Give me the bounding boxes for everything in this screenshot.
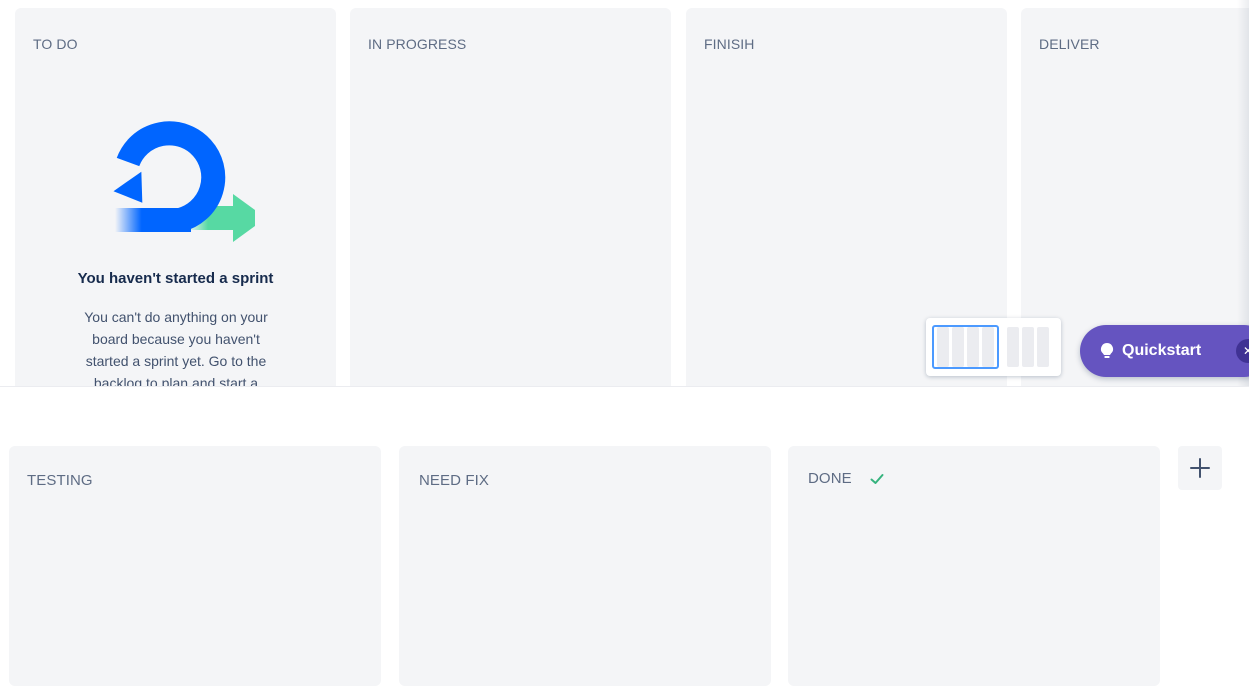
column-to-do: TO DO You haven't started a sprint You c… <box>15 8 336 386</box>
column-view-switcher[interactable] <box>926 318 1061 376</box>
view-option-active[interactable] <box>932 325 999 369</box>
view-option[interactable] <box>1004 325 1056 369</box>
column-header: IN PROGRESS <box>368 36 467 52</box>
column-header-row: DONE <box>808 470 884 488</box>
column-bar <box>1037 327 1049 367</box>
column-bar <box>952 327 964 367</box>
check-icon <box>870 473 884 484</box>
column-bar <box>967 327 979 367</box>
sprint-cycle-icon <box>113 121 255 242</box>
empty-state-description: You can't do anything on your board beca… <box>84 309 268 386</box>
board-top-region: TO DO You haven't started a sprint You c… <box>0 0 1249 386</box>
column-header: TESTING <box>27 472 93 489</box>
column-need-fix: NEED FIX <box>399 446 771 686</box>
column-testing: TESTING <box>9 446 381 686</box>
close-icon[interactable]: ✕ <box>1236 339 1249 363</box>
add-column-button[interactable] <box>1178 446 1222 490</box>
column-in-progress: IN PROGRESS <box>350 8 671 386</box>
column-header: FINISIH <box>704 36 755 52</box>
column-header: DELIVER <box>1039 36 1100 52</box>
empty-state-title: You haven't started a sprint <box>77 270 274 287</box>
column-header: NEED FIX <box>419 472 489 489</box>
lightbulb-icon <box>1100 342 1114 358</box>
column-header: TO DO <box>33 36 78 52</box>
plus-icon <box>1190 458 1210 478</box>
column-bar <box>1022 327 1034 367</box>
column-bar <box>982 327 994 367</box>
column-bar <box>1007 327 1019 367</box>
quickstart-label: Quickstart <box>1122 342 1202 359</box>
quickstart-button[interactable]: Quickstart ✕ <box>1080 325 1249 377</box>
section-divider <box>0 386 1249 387</box>
column-done: DONE <box>788 446 1160 686</box>
column-header: DONE <box>808 470 852 487</box>
column-bar <box>937 327 949 367</box>
